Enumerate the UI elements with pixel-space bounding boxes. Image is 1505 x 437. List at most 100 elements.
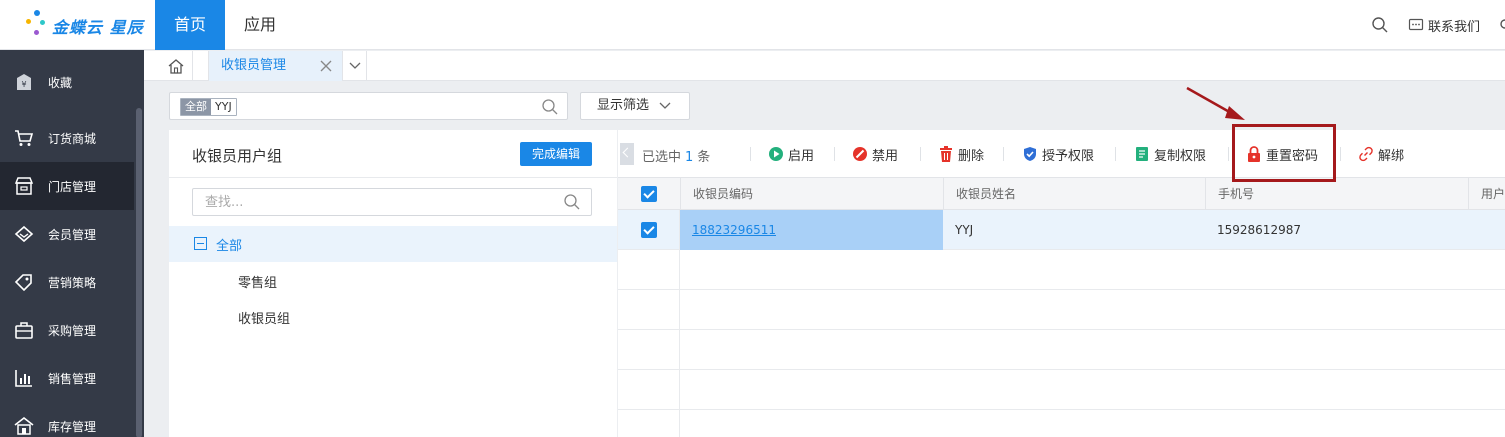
search-icon[interactable] xyxy=(1371,16,1389,34)
logo-dot-icon xyxy=(34,30,39,35)
shield-check-icon xyxy=(1022,146,1038,162)
column-header-code[interactable]: 收银员编码 xyxy=(680,178,943,210)
annotation-arrow-icon xyxy=(1186,86,1245,120)
logo-dot-icon xyxy=(34,10,40,16)
tab-label: 收银员管理 xyxy=(221,58,287,73)
sidebar: ¥ 收藏 订货商城 门店管理 会员管理 营销策略 采购管理 销售管理 库存管理 xyxy=(0,50,144,437)
favorite-icon: ¥ xyxy=(14,72,34,92)
bar-chart-icon xyxy=(14,368,34,388)
unbind-button[interactable]: 解绑 xyxy=(1358,145,1405,164)
cashier-code-link[interactable]: 18823296511 xyxy=(680,210,943,250)
nav-apps[interactable]: 应用 xyxy=(228,0,292,50)
collapse-icon[interactable] xyxy=(194,237,207,250)
tree-node-cashier-group[interactable]: 收银员组 xyxy=(238,308,290,327)
sidebar-scrollbar[interactable] xyxy=(134,50,144,437)
copy-permission-button[interactable]: 复制权限 xyxy=(1134,145,1207,164)
row-checkbox-cell xyxy=(618,250,680,290)
disable-label: 禁用 xyxy=(872,148,899,164)
select-all-checkbox[interactable] xyxy=(641,186,657,202)
sidebar-item-mall[interactable]: 订货商城 xyxy=(0,114,134,162)
nav-home[interactable]: 首页 xyxy=(155,0,225,50)
logo-dot-icon xyxy=(26,19,31,24)
tag-icon xyxy=(14,272,34,292)
search-icon[interactable] xyxy=(563,193,581,211)
sidebar-item-marketing[interactable]: 营销策略 xyxy=(0,258,134,306)
chevron-down-icon xyxy=(349,62,360,69)
row-checkbox[interactable] xyxy=(641,222,657,238)
column-header-user[interactable]: 用户 xyxy=(1468,178,1505,210)
sidebar-item-purchase[interactable]: 采购管理 xyxy=(0,306,134,354)
contact-us-link[interactable]: 联系我们 xyxy=(1408,15,1480,35)
tree-node-label: 全部 xyxy=(216,239,243,254)
sidebar-item-label: 库存管理 xyxy=(48,419,97,434)
delete-label: 删除 xyxy=(958,148,985,164)
tab-strip: 收银员管理 xyxy=(144,51,1505,81)
toolbar-divider xyxy=(750,147,751,161)
group-search-field[interactable] xyxy=(192,188,592,216)
group-search-input[interactable] xyxy=(193,189,553,215)
logo-dot-icon xyxy=(40,20,45,25)
sidebar-item-store[interactable]: 门店管理 xyxy=(0,162,134,210)
chevron-down-icon xyxy=(659,102,671,109)
cart-icon xyxy=(14,128,34,148)
sidebar-item-members[interactable]: 会员管理 xyxy=(0,210,134,258)
enable-label: 启用 xyxy=(788,148,815,164)
trash-icon xyxy=(938,146,954,162)
quick-search-input[interactable]: 全部 YYJ xyxy=(169,92,568,120)
phone-cell: 15928612987 xyxy=(1217,223,1301,237)
document-copy-icon xyxy=(1134,146,1150,162)
row-checkbox-cell xyxy=(618,330,680,370)
scrollbar-thumb[interactable] xyxy=(136,108,142,437)
divider xyxy=(169,177,617,178)
close-icon[interactable] xyxy=(320,60,332,72)
svg-text:¥: ¥ xyxy=(21,80,26,89)
sidebar-item-label: 订货商城 xyxy=(48,131,97,146)
tab-cashier-management[interactable]: 收银员管理 xyxy=(208,51,343,81)
cashier-grid-panel: 已选中 1 条 启用 禁用 删除 授予权限 复制权限 重置密码 解绑 收银员编码… xyxy=(618,130,1505,437)
table-row-empty xyxy=(618,410,1505,437)
collapse-panel-button[interactable] xyxy=(620,143,634,165)
grant-permission-button[interactable]: 授予权限 xyxy=(1022,145,1094,164)
link-icon xyxy=(1358,146,1374,162)
sidebar-item-label: 会员管理 xyxy=(48,227,97,242)
sidebar-item-favorites[interactable]: ¥ 收藏 xyxy=(0,58,134,106)
enable-button[interactable]: 启用 xyxy=(768,145,815,164)
sidebar-item-inventory[interactable]: 库存管理 xyxy=(0,402,134,437)
tab-list-dropdown[interactable] xyxy=(343,51,367,81)
group-panel: 收银员用户组 完成编辑 全部 零售组 收银员组 xyxy=(169,130,617,437)
table-row[interactable]: 18823296511 YYJ 15928612987 xyxy=(618,210,1505,250)
brand-name: 金蝶云 星辰 xyxy=(52,18,144,37)
brand-logo[interactable]: 金蝶云 星辰 xyxy=(22,8,152,42)
grid-header: 收银员编码 收银员姓名 手机号 用户 xyxy=(618,178,1505,210)
sidebar-item-sales[interactable]: 销售管理 xyxy=(0,354,134,402)
store-icon xyxy=(14,176,34,196)
column-header-name[interactable]: 收银员姓名 xyxy=(943,178,1205,210)
table-row-empty xyxy=(618,370,1505,410)
cashier-name-cell: YYJ xyxy=(955,223,974,237)
search-filter-chip[interactable]: 全部 YYJ xyxy=(180,98,237,116)
delete-button[interactable]: 删除 xyxy=(938,145,985,164)
warehouse-icon xyxy=(14,416,34,436)
column-header-phone[interactable]: 手机号 xyxy=(1205,178,1468,210)
more-icon[interactable] xyxy=(1498,16,1505,32)
top-bar: 金蝶云 星辰 首页 应用 联系我们 xyxy=(0,0,1505,50)
tab-home[interactable] xyxy=(159,51,193,81)
show-filter-label: 显示筛选 xyxy=(597,98,650,113)
message-icon xyxy=(1408,18,1424,31)
disable-button[interactable]: 禁用 xyxy=(852,145,899,164)
copy-permission-label: 复制权限 xyxy=(1154,148,1207,164)
row-checkbox-cell xyxy=(618,290,680,330)
selection-prefix: 已选中 xyxy=(642,150,682,165)
row-checkbox-cell xyxy=(618,410,680,437)
search-icon[interactable] xyxy=(541,98,559,116)
unbind-label: 解绑 xyxy=(1378,148,1405,164)
annotation-highlight-box xyxy=(1232,124,1336,182)
tree-node-all[interactable]: 全部 xyxy=(169,226,617,262)
toolbar-divider xyxy=(1115,147,1116,161)
tree-node-retail-group[interactable]: 零售组 xyxy=(238,272,277,291)
play-icon xyxy=(768,146,784,162)
done-editing-button[interactable]: 完成编辑 xyxy=(520,142,592,166)
show-filter-button[interactable]: 显示筛选 xyxy=(580,92,690,120)
bag-icon xyxy=(14,320,34,340)
toolbar-divider xyxy=(920,147,921,161)
